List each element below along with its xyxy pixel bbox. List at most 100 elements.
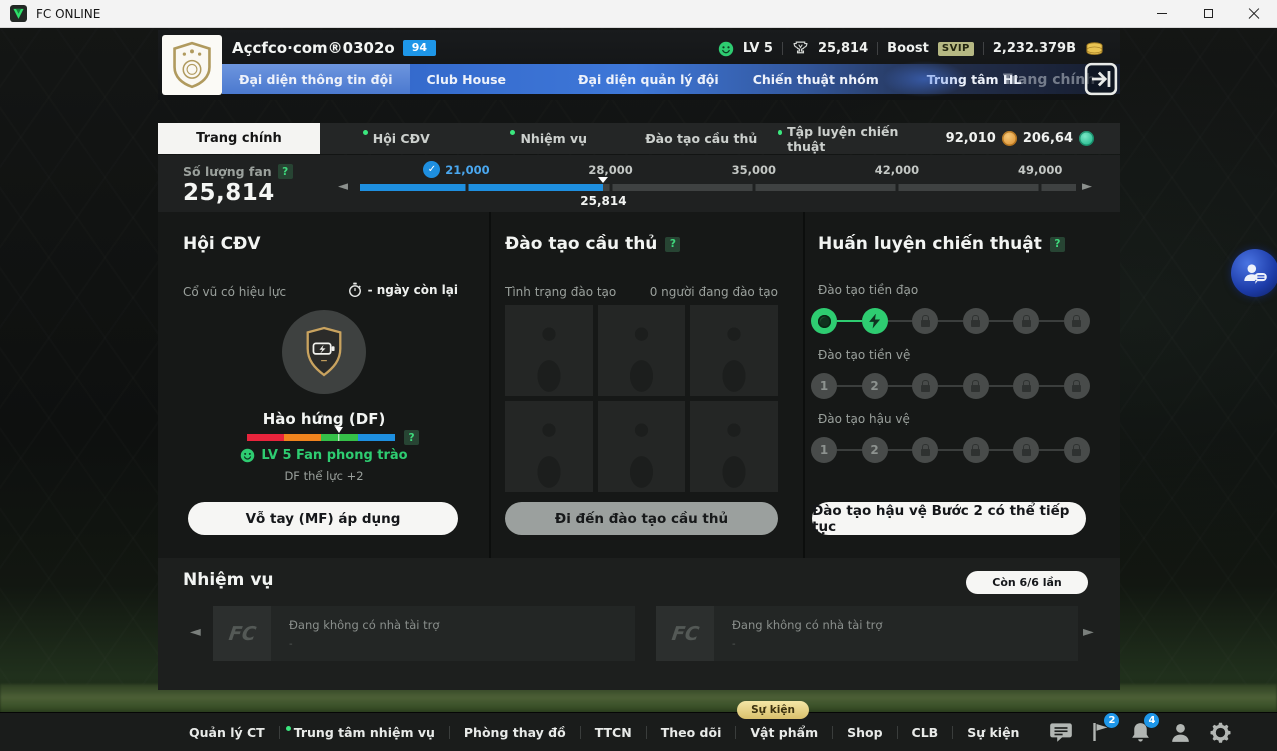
notifications-button[interactable]: 4 <box>1127 712 1160 746</box>
menu-label: Trung tâm nhiệm vụ <box>293 724 435 740</box>
club-flag-button[interactable]: 2 <box>1087 712 1120 746</box>
step-node-complete[interactable] <box>811 308 837 334</box>
step-node-locked <box>1013 308 1040 334</box>
new-content-dot <box>777 130 783 135</box>
milestone-label: 28,000 <box>588 163 633 177</box>
menu-item-follow[interactable]: Theo dõi <box>647 725 736 740</box>
help-icon[interactable]: ? <box>1049 236 1065 252</box>
milestone-tick <box>465 184 469 191</box>
milestone-scroll-left-icon[interactable]: ◄ <box>338 179 348 194</box>
close-icon <box>1248 8 1260 20</box>
nav-item-team-info[interactable]: Đại diện thông tin đội <box>222 64 410 94</box>
nav-item-team-manage[interactable]: Đại diện quản lý đội <box>561 64 736 94</box>
cheer-active-label: Cổ vũ có hiệu lực <box>183 285 287 299</box>
nav-label: Đại diện quản lý đội <box>578 71 719 87</box>
training-slot[interactable] <box>505 401 593 492</box>
step-node-locked <box>1063 437 1090 463</box>
menu-item-shop[interactable]: Shop <box>833 725 896 740</box>
help-icon[interactable]: ? <box>404 430 419 445</box>
menu-item-ttcn[interactable]: TTCN <box>581 725 646 740</box>
missions-panel: Nhiệm vụ Còn 6/6 lần ◄ FC Đang không có … <box>158 558 1120 690</box>
menu-item-mission-center[interactable]: Trung tâm nhiệm vụ <box>280 725 449 740</box>
mood-marker <box>334 427 343 433</box>
mood-gauge-bar <box>247 427 395 441</box>
continue-defender-training-button[interactable]: Đào tạo hậu vệ Bước 2 có thể tiếp tục <box>812 502 1086 535</box>
fan-level-smiley-icon <box>241 448 255 463</box>
menu-item-items[interactable]: Vật phẩm <box>736 725 832 740</box>
boost-label: Boost <box>887 41 929 56</box>
go-to-training-button[interactable]: Đi đến đào tạo cầu thủ <box>505 502 778 535</box>
menu-item-events[interactable]: Sự kiện <box>953 725 1033 740</box>
step-node-1[interactable]: 1 <box>811 373 837 399</box>
club-crest[interactable] <box>162 35 222 95</box>
milestone-fill <box>360 184 604 191</box>
menu-item-clb[interactable]: CLB <box>898 725 953 740</box>
lock-icon <box>920 379 930 392</box>
current-fans-value: 25,814 <box>580 194 627 208</box>
username-row: Açcfco·com®0302o 94 <box>232 39 437 57</box>
tab-missions[interactable]: Nhiệm vụ <box>473 123 626 154</box>
milestone-scroll-right-icon[interactable]: ► <box>1082 179 1092 194</box>
chat-button[interactable] <box>1047 719 1074 746</box>
mood-segment-red <box>247 434 284 441</box>
exit-button[interactable] <box>1084 62 1118 96</box>
community-floating-button[interactable] <box>1231 249 1277 297</box>
fc-brand-icon: FC <box>669 622 701 645</box>
app-window: FC ONLINE Açcfco·com®0302o 94 LV 5 25,81… <box>0 0 1277 751</box>
forward-training-label: Đào tạo tiền đạo <box>818 283 919 297</box>
training-slot[interactable] <box>505 305 593 396</box>
menu-label: Phòng thay đồ <box>463 724 566 740</box>
new-content-dot <box>510 130 516 135</box>
divider <box>982 42 984 55</box>
menu-label: Shop <box>847 724 883 740</box>
tab-home[interactable]: Trang chính <box>158 123 320 154</box>
settings-button[interactable] <box>1207 719 1234 746</box>
training-count-label: 0 người đang đào tạo <box>649 285 778 299</box>
menu-item-ct-manage[interactable]: Quản lý CT <box>175 725 279 740</box>
step-node-active[interactable] <box>861 308 888 334</box>
divider <box>803 212 805 558</box>
tab-player-training[interactable]: Đào tạo cầu thủ <box>625 123 778 154</box>
window-maximize-button[interactable] <box>1185 0 1231 28</box>
milestone-tick <box>1038 184 1042 191</box>
step-node-locked <box>962 308 989 334</box>
step-node-2[interactable]: 2 <box>861 437 888 463</box>
sponsor-card[interactable]: FC Đang không có nhà tài trợ - <box>213 606 635 661</box>
training-slot[interactable] <box>690 305 778 396</box>
fanclub-section-title: Hội CĐV <box>183 234 261 254</box>
gear-icon <box>1210 722 1231 743</box>
sponsor-scroll-left-icon[interactable]: ◄ <box>190 624 201 640</box>
mood-segment-blue <box>358 434 395 441</box>
fan-count-label: Số lượng fan <box>183 164 272 179</box>
step-node-locked <box>1013 373 1040 399</box>
nav-item-team-tactics[interactable]: Chiến thuật nhóm <box>736 64 896 94</box>
help-icon[interactable]: ? <box>665 236 681 252</box>
menu-item-locker-room[interactable]: Phòng thay đồ <box>450 725 580 740</box>
sponsor-scroll-right-icon[interactable]: ► <box>1083 624 1094 640</box>
step-node-1[interactable]: 1 <box>811 437 837 463</box>
step-connector <box>988 449 1014 451</box>
tab-fanclub[interactable]: Hội CĐV <box>320 123 473 154</box>
window-close-button[interactable] <box>1231 0 1277 28</box>
window-minimize-button[interactable] <box>1139 0 1185 28</box>
fan-count-label-row: Số lượng fan ? <box>183 164 293 179</box>
sponsor-card[interactable]: FC Đang không có nhà tài trợ - <box>656 606 1078 661</box>
training-slot[interactable] <box>597 401 686 492</box>
tab-label: Trang chính <box>196 131 282 146</box>
step-connector <box>887 320 913 322</box>
lock-icon <box>971 443 981 456</box>
cheer-buff-emblem[interactable] <box>282 310 366 394</box>
training-slot[interactable] <box>690 401 778 492</box>
help-icon[interactable]: ? <box>277 164 293 179</box>
nav-item-club-house[interactable]: Club House <box>410 64 524 94</box>
tab-tactic-training[interactable]: Tập luyện chiến thuật <box>777 123 931 154</box>
notification-badge: 2 <box>1104 712 1120 728</box>
step-node-2[interactable]: 2 <box>861 373 888 399</box>
step-connector <box>837 385 862 387</box>
tab-label: Nhiệm vụ <box>520 131 588 146</box>
training-slot[interactable] <box>597 305 686 396</box>
days-left-row: - ngày còn lại <box>348 282 458 298</box>
apply-cheer-button[interactable]: Vỗ tay (MF) áp dụng <box>188 502 458 535</box>
profile-button[interactable] <box>1167 719 1194 746</box>
exit-door-icon <box>1084 62 1118 96</box>
